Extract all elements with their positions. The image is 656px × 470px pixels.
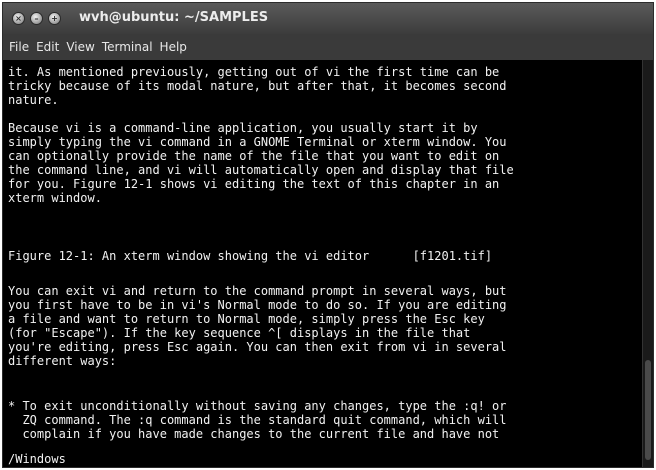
- terminal-line: tricky because of its modal nature, but …: [8, 79, 507, 93]
- terminal-text-area[interactable]: it. As mentioned previously, getting out…: [3, 60, 653, 467]
- menu-view[interactable]: View: [66, 40, 94, 54]
- terminal-line: complain if you have made changes to the…: [8, 427, 500, 441]
- terminal-window: × – + wvh@ubuntu: ~/SAMPLES File Edit Vi…: [2, 2, 654, 468]
- terminal-line: (for "Escape"). If the key sequence ^[ d…: [8, 326, 471, 340]
- terminal-line: * To exit unconditionally without saving…: [8, 399, 507, 413]
- terminal-line: Because vi is a command-line application…: [8, 121, 478, 135]
- terminal-line: nature.: [8, 93, 59, 107]
- menu-terminal[interactable]: Terminal: [102, 40, 153, 54]
- command-line[interactable]: /Windows: [8, 452, 66, 466]
- terminal-line: can optionally provide the name of the f…: [8, 149, 500, 163]
- scrollbar-thumb[interactable]: [645, 360, 651, 460]
- terminal-line: xterm window.: [8, 191, 102, 205]
- title-bar[interactable]: × – + wvh@ubuntu: ~/SAMPLES: [3, 3, 653, 34]
- terminal-line: you're editing, press Esc again. You can…: [8, 340, 507, 354]
- terminal-line: Figure 12-1: An xterm window showing the…: [8, 249, 493, 263]
- terminal-line: You can exit vi and return to the comman…: [8, 284, 507, 298]
- menu-bar: File Edit View Terminal Help: [3, 34, 653, 60]
- terminal-line: you first have to be in vi's Normal mode…: [8, 298, 507, 312]
- terminal-line: it. As mentioned previously, getting out…: [8, 65, 500, 79]
- minimize-icon[interactable]: –: [30, 12, 43, 25]
- scrollbar[interactable]: [642, 60, 653, 467]
- menu-edit[interactable]: Edit: [36, 40, 59, 54]
- terminal-line: the command line, and vi will automatica…: [8, 163, 514, 177]
- menu-file[interactable]: File: [9, 40, 29, 54]
- terminal-line: different ways:: [8, 354, 117, 368]
- menu-help[interactable]: Help: [160, 40, 187, 54]
- terminal-line: simply typing the vi command in a GNOME …: [8, 135, 507, 149]
- window-title: wvh@ubuntu: ~/SAMPLES: [79, 10, 269, 25]
- terminal-line: for you. Figure 12-1 shows vi editing th…: [8, 177, 500, 191]
- terminal-line: ZQ command. The :q command is the standa…: [8, 413, 507, 427]
- terminal-line: a file and want to return to Normal mode…: [8, 312, 485, 326]
- maximize-icon[interactable]: +: [48, 12, 61, 25]
- close-icon[interactable]: ×: [12, 12, 25, 25]
